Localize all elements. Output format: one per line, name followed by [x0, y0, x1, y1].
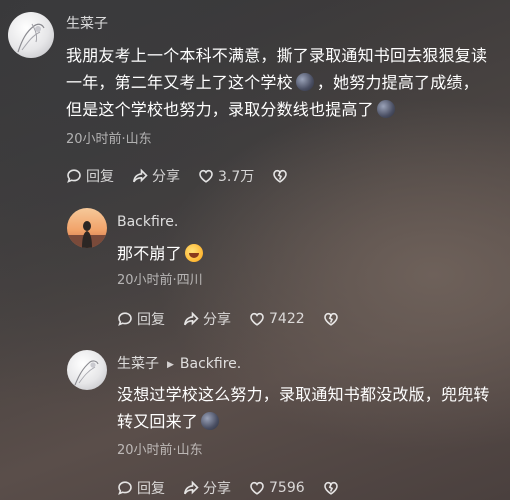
reply-button[interactable]: 回复: [117, 478, 165, 498]
share-button[interactable]: 分享: [183, 478, 231, 498]
comment-text-line: 我朋友考上一个本科不满意，撕了录取通知书回去狠狠复读: [66, 46, 488, 65]
broken-heart-icon: [273, 169, 288, 183]
comment-text: 没想过学校这么努力，录取通知书都没改版，兜兜转 转又回来了: [117, 381, 490, 435]
comment-text-line: 没想过学校这么努力，录取通知书都没改版，兜兜转: [117, 385, 490, 404]
rofl-emoji: [184, 244, 203, 262]
dark-face-emoji: [376, 100, 395, 118]
comment-bubble-icon: [118, 312, 132, 326]
dark-face-emoji: [295, 73, 314, 91]
like-button[interactable]: 3.7万: [198, 166, 254, 186]
broken-heart-icon: [323, 312, 338, 326]
avatar[interactable]: [67, 350, 107, 390]
dislike-button[interactable]: [323, 480, 339, 496]
like-button[interactable]: 7596: [249, 480, 305, 496]
share-button[interactable]: 分享: [132, 166, 180, 186]
comment-text-line: 一年，第二年又考上了这个学校 ，她努力提高了成绩，: [66, 73, 479, 92]
heart-icon: [250, 312, 264, 326]
comment-meta: 20小时前·山东: [117, 443, 203, 458]
reply-label: 回复: [137, 481, 165, 497]
comment-username[interactable]: 生菜子: [66, 14, 108, 34]
comment-username: 生菜子 ▶ Backfire.: [117, 354, 241, 375]
share-arrow-icon: [184, 311, 199, 326]
comment-text-line: 那不崩了: [117, 240, 206, 267]
reply-button[interactable]: 回复: [117, 309, 165, 329]
share-label: 分享: [152, 169, 180, 185]
comment-meta: 20小时前·山东: [66, 132, 152, 147]
comment-actions: 回复 分享 7422: [117, 309, 339, 329]
reply-label: 回复: [86, 169, 114, 185]
avatar[interactable]: [67, 208, 107, 248]
triangle-right-icon: ▶: [167, 360, 174, 370]
share-label: 分享: [203, 481, 231, 497]
reply-to-username[interactable]: Backfire.: [180, 356, 241, 372]
comment-bubble-icon: [67, 169, 81, 183]
share-button[interactable]: 分享: [183, 309, 231, 329]
reply-button[interactable]: 回复: [66, 166, 114, 186]
dislike-button[interactable]: [272, 168, 288, 184]
like-count: 3.7万: [218, 169, 255, 185]
like-count: 7422: [269, 311, 305, 327]
comment-text: 我朋友考上一个本科不满意，撕了录取通知书回去狠狠复读 一年，第二年又考上了这个学…: [66, 42, 487, 123]
avatar-illustration: [67, 221, 107, 248]
share-label: 分享: [203, 312, 231, 328]
comment-username[interactable]: Backfire.: [117, 212, 178, 232]
share-arrow-icon: [133, 168, 148, 183]
avatar[interactable]: [8, 12, 54, 58]
comment-username-link[interactable]: 生菜子: [117, 356, 159, 372]
comment-text-line: 转又回来了: [117, 408, 490, 435]
comment-actions: 回复 分享 7596: [117, 478, 339, 498]
like-button[interactable]: 7422: [249, 311, 305, 327]
like-count: 7596: [269, 480, 305, 496]
comment-actions: 回复 分享 3.7万: [66, 166, 288, 186]
heart-icon: [250, 481, 264, 495]
comment-bubble-icon: [118, 481, 132, 495]
reply-label: 回复: [137, 312, 165, 328]
comment-meta: 20小时前·四川: [117, 273, 203, 288]
dark-face-emoji: [201, 412, 220, 430]
heart-icon: [199, 169, 213, 183]
avatar-illustration: [74, 360, 99, 386]
comment-text-line: 但是这个学校也努力，录取分数线也提高了: [66, 96, 487, 123]
broken-heart-icon: [323, 481, 338, 495]
comment-text: 那不崩了: [117, 240, 206, 267]
dislike-button[interactable]: [323, 311, 339, 327]
share-arrow-icon: [184, 480, 199, 495]
avatar-illustration: [17, 23, 45, 53]
